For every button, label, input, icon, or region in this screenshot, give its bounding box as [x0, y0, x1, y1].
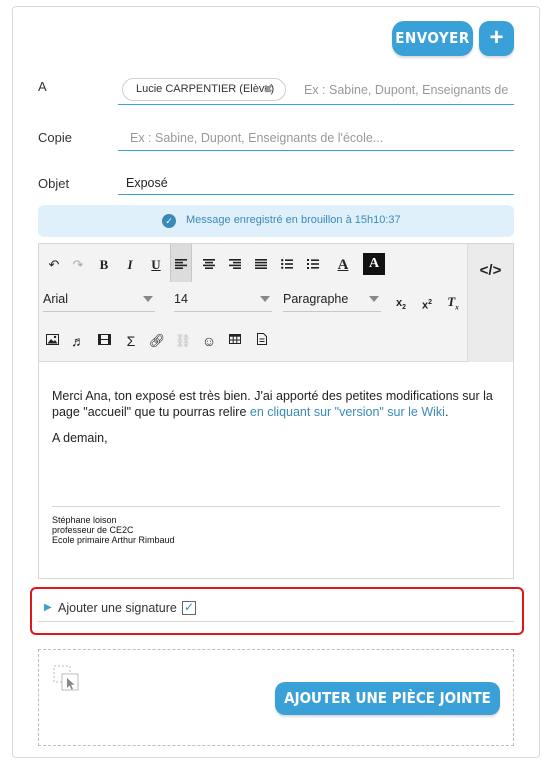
emoji-icon[interactable]: ☺	[198, 330, 220, 352]
justify-icon[interactable]	[250, 254, 272, 276]
signature-divider	[52, 506, 500, 507]
check-icon: ✓	[162, 214, 176, 228]
message-body[interactable]: Merci Ana, ton exposé est très bien. J'a…	[52, 388, 502, 446]
wiki-link[interactable]: en cliquant sur "version" sur le Wiki	[250, 405, 445, 419]
font-family-select[interactable]: Arial	[43, 292, 155, 312]
subject-input[interactable]: Exposé	[126, 176, 168, 190]
font-size-select[interactable]: 14	[174, 292, 272, 312]
signature-school: Ecole primaire Arthur Rimbaud	[52, 535, 175, 545]
bullet-list-icon[interactable]	[276, 254, 298, 276]
rich-text-editor: ↶ ↷ B I U A A Arial 14 Paragraphe x2 x2 …	[38, 243, 514, 579]
align-left-icon[interactable]	[170, 244, 192, 282]
video-icon[interactable]	[93, 330, 115, 352]
signature-name: Stéphane loison	[52, 515, 117, 525]
add-button[interactable]: +	[479, 21, 514, 56]
chevron-down-icon	[260, 296, 270, 302]
formula-icon[interactable]: Σ	[120, 330, 142, 352]
draft-saved-text: Message enregistré en brouillon à 15h10:…	[186, 214, 401, 226]
source-code-button[interactable]: </>	[467, 244, 513, 362]
align-right-icon[interactable]	[224, 254, 246, 276]
cc-field-underline	[118, 150, 514, 151]
document-icon[interactable]	[251, 330, 273, 352]
table-icon[interactable]	[224, 329, 246, 351]
recipient-chip[interactable]: Lucie CARPENTIER (Elève) ✖	[122, 78, 286, 101]
message-closing: A demain,	[52, 431, 108, 445]
to-label: A	[38, 79, 47, 94]
background-color-icon[interactable]: A	[363, 253, 385, 275]
image-icon[interactable]	[41, 330, 63, 352]
redo-icon[interactable]: ↷	[67, 254, 89, 276]
font-family-value: Arial	[43, 292, 69, 306]
italic-icon[interactable]: I	[119, 254, 141, 276]
audio-icon[interactable]: ♬	[67, 330, 89, 352]
numbered-list-icon[interactable]	[302, 254, 324, 276]
chevron-down-icon	[369, 296, 379, 302]
recipient-name: Lucie CARPENTIER (Elève)	[136, 83, 275, 95]
send-button[interactable]: ENVOYER	[392, 21, 473, 56]
signature-block: Stéphane loison professeur de CE2C Ecole…	[52, 515, 175, 545]
link-icon[interactable]: 🔗︎	[146, 330, 168, 352]
message-text-end: .	[444, 405, 449, 419]
align-center-icon[interactable]	[198, 254, 220, 276]
subject-label: Objet	[38, 176, 70, 191]
subject-field-underline	[118, 194, 514, 195]
paragraph-format-select[interactable]: Paragraphe	[283, 292, 381, 312]
subscript-icon[interactable]: x2	[390, 292, 412, 314]
chevron-down-icon	[143, 296, 153, 302]
message-paragraph: Merci Ana, ton exposé est très bien. J'a…	[52, 388, 502, 420]
superscript-icon[interactable]: x2	[416, 292, 438, 314]
unlink-icon[interactable]: ⛓︎	[172, 330, 194, 352]
underline-icon[interactable]: U	[145, 254, 167, 276]
undo-icon[interactable]: ↶	[43, 254, 65, 276]
add-attachment-button[interactable]: AJOUTER UNE PIÈCE JOINTE	[275, 682, 500, 715]
remove-recipient-icon[interactable]: ✖	[263, 79, 273, 100]
highlight-annotation	[30, 587, 524, 635]
paragraph-format-value: Paragraphe	[283, 292, 349, 306]
text-color-icon[interactable]: A	[332, 254, 354, 276]
clear-formatting-icon[interactable]: Tx	[442, 291, 464, 313]
drag-drop-icon	[53, 665, 79, 691]
signature-role: professeur de CE2C	[52, 525, 134, 535]
cc-label: Copie	[38, 130, 72, 145]
attachment-dropzone[interactable]: AJOUTER UNE PIÈCE JOINTE	[38, 649, 514, 746]
to-field-underline	[118, 104, 514, 105]
font-size-value: 14	[174, 292, 188, 306]
cc-input[interactable]: Ex : Sabine, Dupont, Enseignants de l'éc…	[130, 131, 383, 145]
to-input[interactable]: Ex : Sabine, Dupont, Enseignants de l'é	[304, 83, 510, 97]
bold-icon[interactable]: B	[93, 254, 115, 276]
editor-toolbar: ↶ ↷ B I U A A Arial 14 Paragraphe x2 x2 …	[39, 244, 513, 362]
draft-saved-banner: ✓ Message enregistré en brouillon à 15h1…	[38, 205, 514, 237]
